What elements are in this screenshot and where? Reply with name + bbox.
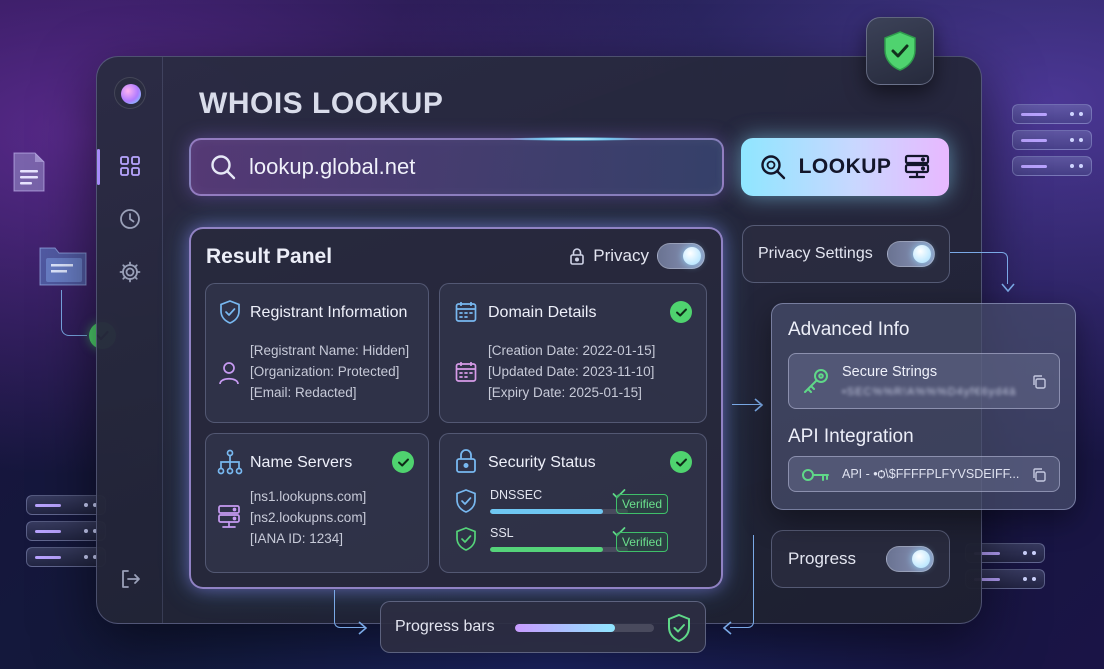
dashboard-icon[interactable]	[118, 154, 142, 178]
check-circle-icon	[670, 451, 692, 473]
registrant-line: [Registrant Name: Hidden]	[250, 343, 410, 358]
name-servers-title: Name Servers	[250, 454, 353, 471]
search-icon	[209, 153, 237, 181]
privacy-settings-panel: Privacy Settings	[742, 225, 950, 283]
connector-arrow	[730, 535, 754, 628]
ssl-progress-bar	[490, 547, 628, 552]
result-panel-title: Result Panel	[206, 245, 333, 268]
domain-detail-line: [Expiry Date: 2025-01-15]	[488, 385, 642, 400]
check-circle-icon	[670, 301, 692, 323]
shield-check-icon	[880, 29, 920, 73]
dnssec-label: DNSSEC	[490, 488, 543, 502]
progress-settings-panel: Progress	[771, 530, 950, 588]
progress-bar-track	[515, 624, 654, 632]
dnssec-progress-fill	[490, 509, 604, 514]
result-panel: Result Panel Privacy Registrant Informat…	[189, 227, 723, 589]
privacy-settings-toggle[interactable]	[887, 241, 935, 267]
domain-detail-line: [Updated Date: 2023-11-10]	[488, 364, 655, 379]
shield-check-icon	[454, 488, 478, 519]
flow-arrow	[61, 290, 87, 336]
privacy-label: Privacy	[593, 246, 649, 265]
connector-arrow	[950, 252, 1008, 284]
check-circle-icon	[392, 451, 414, 473]
registrant-line: [Email: Redacted]	[250, 385, 357, 400]
server-icon	[903, 153, 931, 181]
lock-icon	[569, 247, 585, 265]
registrant-title: Registrant Information	[250, 304, 408, 321]
network-icon	[217, 449, 243, 480]
verified-badge: Verified	[615, 532, 668, 552]
name-server-line: [IANA ID: 1234]	[250, 531, 344, 546]
progress-bars-label: Progress bars	[395, 618, 495, 635]
app-logo[interactable]	[114, 77, 146, 109]
clock-icon[interactable]	[118, 207, 142, 231]
copy-icon[interactable]	[1031, 374, 1047, 395]
progress-settings-label: Progress	[788, 549, 857, 568]
name-servers-card: Name Servers [ns1.lookupns.com] [ns2.loo…	[205, 433, 429, 573]
api-integration-title: API Integration	[788, 426, 914, 447]
name-server-line: [ns2.lookupns.com]	[250, 510, 367, 525]
document-icon	[11, 150, 47, 199]
arrow-right-icon	[358, 621, 368, 640]
secure-strings-label: Secure Strings	[842, 364, 938, 380]
secure-strings-field[interactable]: Secure Strings •SEC%%R!A%%%D4yf€6yd4ä	[788, 353, 1060, 409]
arrow-right-icon	[754, 398, 764, 417]
ssl-label: SSL	[490, 526, 514, 540]
security-status-title: Security Status	[488, 454, 596, 471]
name-server-line: [ns1.lookupns.com]	[250, 489, 367, 504]
advanced-info-title: Advanced Info	[788, 319, 910, 340]
search-globe-icon	[759, 153, 787, 181]
dnssec-progress-bar	[490, 509, 628, 514]
sidebar	[97, 57, 163, 623]
arrow-left-icon	[722, 621, 732, 640]
privacy-settings-label: Privacy Settings	[758, 245, 873, 262]
privacy-toggle[interactable]	[657, 243, 705, 269]
api-key-value: API - •ѻ\$FFFFPLFYVSDEIFF...	[842, 467, 1020, 481]
lookup-button[interactable]: LOOKUP	[741, 138, 949, 196]
ssl-row: SSL Verified	[454, 526, 668, 560]
shield-check-icon	[454, 526, 478, 557]
domain-details-title: Domain Details	[488, 304, 597, 321]
progress-toggle[interactable]	[886, 546, 934, 572]
copy-icon[interactable]	[1031, 467, 1047, 488]
dnssec-row: DNSSEC Verified	[454, 488, 668, 522]
domain-details-card: Domain Details [Creation Date: 2022-01-1…	[439, 283, 707, 423]
registrant-line: [Organization: Protected]	[250, 364, 400, 379]
progress-bars-pill: Progress bars	[380, 601, 706, 653]
user-icon	[217, 360, 241, 391]
shield-check-icon	[218, 299, 242, 330]
logout-icon[interactable]	[118, 567, 142, 591]
ssl-progress-fill	[490, 547, 604, 552]
registrant-card: Registrant Information [Registrant Name:…	[205, 283, 429, 423]
advanced-info-panel: Advanced Info Secure Strings •SEC%%R!A%%…	[771, 303, 1076, 510]
verified-badge: Verified	[615, 494, 668, 514]
folder-icon	[37, 240, 89, 293]
security-status-card: Security Status DNSSEC Verified SSL Veri…	[439, 433, 707, 573]
progress-bar-fill	[515, 624, 616, 632]
page-title: WHOIS LOOKUP	[199, 87, 444, 120]
padlock-icon	[454, 448, 478, 479]
key-icon	[801, 366, 831, 401]
secure-strings-value: •SEC%%R!A%%%D4yf€6yd4ä	[842, 386, 1017, 398]
arrow-down-icon	[1001, 280, 1015, 298]
key-icon	[801, 465, 831, 490]
shield-check-icon	[666, 613, 692, 648]
server-rack-icon	[26, 495, 106, 567]
search-bar[interactable]	[189, 137, 724, 196]
server-icon	[217, 504, 241, 535]
calendar-icon	[454, 300, 478, 329]
calendar-icon	[454, 360, 478, 389]
search-input[interactable]	[249, 154, 689, 180]
server-rack-icon	[1012, 104, 1092, 176]
domain-detail-line: [Creation Date: 2022-01-15]	[488, 343, 656, 358]
security-shield-tile	[866, 17, 934, 85]
lookup-button-label: LOOKUP	[798, 155, 892, 178]
gear-icon[interactable]	[118, 260, 142, 284]
privacy-toggle-row: Privacy	[569, 243, 705, 269]
api-key-field[interactable]: API - •ѻ\$FFFFPLFYVSDEIFF...	[788, 456, 1060, 492]
sidebar-active-indicator	[97, 149, 100, 185]
